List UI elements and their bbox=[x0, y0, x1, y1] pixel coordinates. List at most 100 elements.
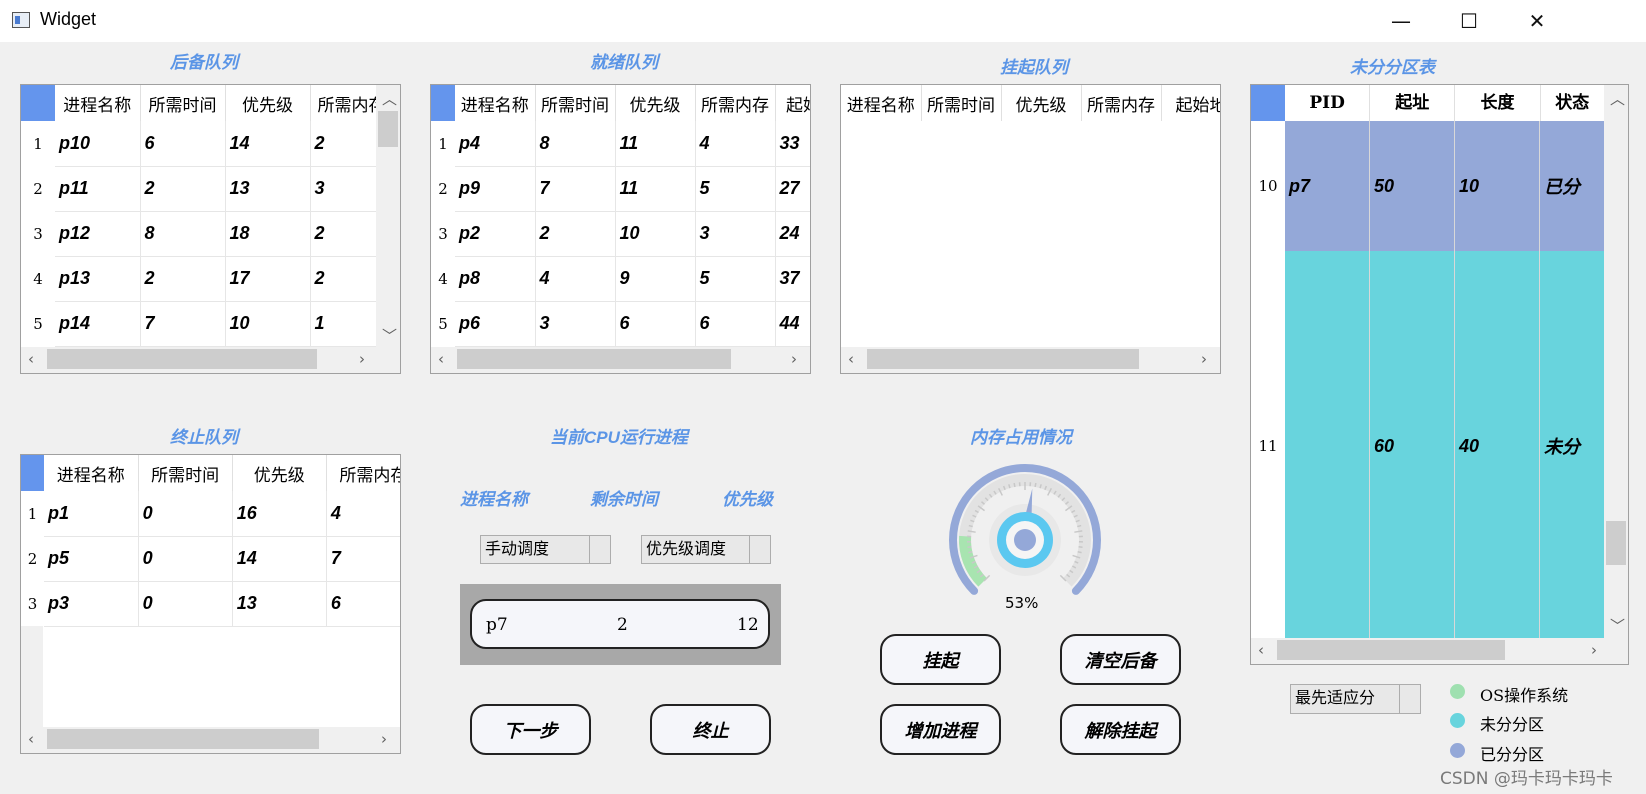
table-corner[interactable] bbox=[1251, 85, 1285, 121]
horizontal-scrollbar[interactable]: ‹ › bbox=[21, 347, 400, 373]
vertical-scrollbar[interactable]: ︿ ﹀ bbox=[1604, 85, 1628, 640]
column-header[interactable]: 状态 bbox=[1541, 85, 1604, 121]
column-header[interactable]: 所需时间 bbox=[138, 455, 233, 491]
table-corner[interactable] bbox=[21, 85, 55, 121]
table-row[interactable]: 1 p4 8 11 4 33 bbox=[431, 121, 810, 167]
scroll-thumb[interactable] bbox=[1606, 521, 1626, 565]
column-header[interactable]: 长度 bbox=[1455, 85, 1541, 121]
scroll-left-icon[interactable]: ‹ bbox=[28, 730, 34, 748]
table-cell[interactable]: 7 bbox=[326, 536, 400, 582]
add-process-button[interactable]: 增加进程 bbox=[880, 704, 1001, 755]
table-row[interactable]: 4 p8 4 9 5 37 bbox=[431, 256, 810, 302]
table-cell[interactable]: p7 bbox=[1285, 121, 1370, 251]
dropdown-arrow-icon[interactable] bbox=[1399, 685, 1420, 713]
table-cell[interactable]: 0 bbox=[138, 491, 233, 537]
table-cell[interactable]: 7 bbox=[140, 301, 226, 347]
table-cell[interactable]: 0 bbox=[138, 536, 233, 582]
table-cell[interactable]: 6 bbox=[326, 581, 400, 627]
column-header[interactable]: 起始 bbox=[775, 85, 810, 121]
table-cell[interactable]: 40 bbox=[1455, 251, 1540, 641]
close-button[interactable]: ✕ bbox=[1502, 0, 1572, 42]
suspend-queue-table[interactable]: 进程名称 所需时间 优先级 所需内存 起始地 ‹ › bbox=[840, 84, 1221, 374]
table-row[interactable]: 3 p3 0 13 6 bbox=[21, 581, 400, 627]
table-cell[interactable]: 37 bbox=[775, 256, 810, 302]
column-header[interactable]: 起址 bbox=[1370, 85, 1456, 121]
schedule-policy-select[interactable]: 优先级调度 bbox=[641, 535, 771, 564]
scroll-right-icon[interactable]: › bbox=[359, 350, 365, 368]
table-row[interactable]: 2 p9 7 11 5 27 bbox=[431, 166, 810, 212]
alloc-algorithm-select[interactable]: 最先适应分 bbox=[1290, 684, 1421, 714]
horizontal-scrollbar[interactable]: ‹ › bbox=[841, 347, 1220, 373]
partition-row-free[interactable]: 60 40 未分 bbox=[1285, 251, 1604, 641]
table-cell[interactable]: 6 bbox=[695, 301, 776, 347]
table-row[interactable]: 2 p5 0 14 7 bbox=[21, 536, 400, 582]
scroll-down-icon[interactable]: ﹀ bbox=[1610, 615, 1625, 636]
dropdown-arrow-icon[interactable] bbox=[749, 536, 770, 563]
column-header[interactable]: 优先级 bbox=[232, 455, 327, 491]
table-cell[interactable]: 10 bbox=[615, 211, 696, 257]
table-cell[interactable]: 5 bbox=[695, 256, 776, 302]
column-header[interactable]: 进程名称 bbox=[55, 85, 141, 121]
table-cell[interactable]: 6 bbox=[140, 121, 226, 167]
scroll-up-icon[interactable]: ︿ bbox=[1610, 88, 1625, 109]
dropdown-arrow-icon[interactable] bbox=[589, 536, 610, 563]
table-row[interactable]: 4 p13 2 17 2 bbox=[21, 256, 394, 302]
table-cell[interactable]: 2 bbox=[535, 211, 616, 257]
scroll-thumb[interactable] bbox=[47, 349, 317, 369]
table-row[interactable]: 3 p12 8 18 2 bbox=[21, 211, 394, 257]
table-cell[interactable]: 4 bbox=[535, 256, 616, 302]
table-cell[interactable]: p1 bbox=[44, 491, 139, 537]
table-row[interactable]: 5 p14 7 10 1 bbox=[21, 301, 394, 347]
table-cell[interactable]: 3 bbox=[695, 211, 776, 257]
scroll-left-icon[interactable]: ‹ bbox=[438, 350, 444, 368]
column-header[interactable]: 所需时间 bbox=[921, 85, 1002, 121]
table-cell[interactable]: 8 bbox=[535, 121, 616, 167]
horizontal-scrollbar[interactable]: ‹ › bbox=[21, 727, 400, 753]
column-header[interactable]: 所需内存 bbox=[1081, 85, 1162, 121]
table-cell[interactable]: 50 bbox=[1370, 121, 1455, 251]
table-cell[interactable]: p6 bbox=[455, 301, 536, 347]
table-cell[interactable]: 18 bbox=[225, 211, 311, 257]
scroll-right-icon[interactable]: › bbox=[1591, 641, 1597, 659]
column-header[interactable]: 所需时间 bbox=[535, 85, 616, 121]
backup-queue-table[interactable]: 进程名称 所需时间 优先级 所需内存 1 p10 6 14 2 2 p11 2 13 3 3 p1… bbox=[20, 84, 401, 374]
table-cell[interactable]: 17 bbox=[225, 256, 311, 302]
table-cell[interactable]: 11 bbox=[615, 166, 696, 212]
scroll-up-icon[interactable]: ︿ bbox=[382, 88, 397, 109]
table-cell[interactable]: 24 bbox=[775, 211, 810, 257]
table-corner[interactable] bbox=[431, 85, 455, 121]
table-cell[interactable]: 27 bbox=[775, 166, 810, 212]
table-cell[interactable]: 3 bbox=[535, 301, 616, 347]
partition-row-allocated[interactable]: p7 50 10 已分 bbox=[1285, 121, 1604, 251]
ready-queue-table[interactable]: 进程名称 所需时间 优先级 所需内存 起始 1p4811433 2p971152… bbox=[430, 84, 811, 374]
terminate-button[interactable]: 终止 bbox=[650, 704, 771, 755]
table-cell[interactable]: 7 bbox=[535, 166, 616, 212]
suspend-button[interactable]: 挂起 bbox=[880, 634, 1001, 685]
table-cell[interactable]: 10 bbox=[1455, 121, 1540, 251]
table-cell[interactable]: 4 bbox=[326, 491, 400, 537]
table-cell[interactable]: p10 bbox=[55, 121, 141, 167]
terminated-queue-table[interactable]: 进程名称 所需时间 优先级 所需内存 1 p1 0 16 4 2 p5 0 14 7 3 p3 0 1… bbox=[20, 454, 401, 754]
scroll-right-icon[interactable]: › bbox=[381, 730, 387, 748]
table-cell[interactable]: 6 bbox=[615, 301, 696, 347]
clear-backup-button[interactable]: 清空后备 bbox=[1060, 634, 1181, 685]
table-cell[interactable] bbox=[1285, 251, 1370, 641]
maximize-button[interactable]: ☐ bbox=[1434, 0, 1504, 42]
vertical-scrollbar[interactable]: ︿ ﹀ bbox=[376, 85, 400, 349]
scroll-thumb[interactable] bbox=[47, 729, 319, 749]
table-cell[interactable]: p5 bbox=[44, 536, 139, 582]
minimize-button[interactable]: — bbox=[1366, 0, 1436, 42]
column-header[interactable]: 起始地 bbox=[1161, 85, 1220, 121]
scroll-thumb[interactable] bbox=[457, 349, 731, 369]
table-cell[interactable]: 2 bbox=[140, 166, 226, 212]
column-header[interactable]: 优先级 bbox=[1001, 85, 1082, 121]
table-cell[interactable]: p13 bbox=[55, 256, 141, 302]
table-cell[interactable]: p9 bbox=[455, 166, 536, 212]
horizontal-scrollbar[interactable]: ‹ › bbox=[1251, 638, 1628, 664]
table-cell[interactable]: 10 bbox=[225, 301, 311, 347]
schedule-mode-select[interactable]: 手动调度 bbox=[480, 535, 611, 564]
table-cell[interactable]: p11 bbox=[55, 166, 141, 212]
table-cell[interactable]: 16 bbox=[232, 491, 327, 537]
column-header[interactable]: 所需内存 bbox=[326, 455, 400, 491]
table-cell[interactable]: 5 bbox=[695, 166, 776, 212]
